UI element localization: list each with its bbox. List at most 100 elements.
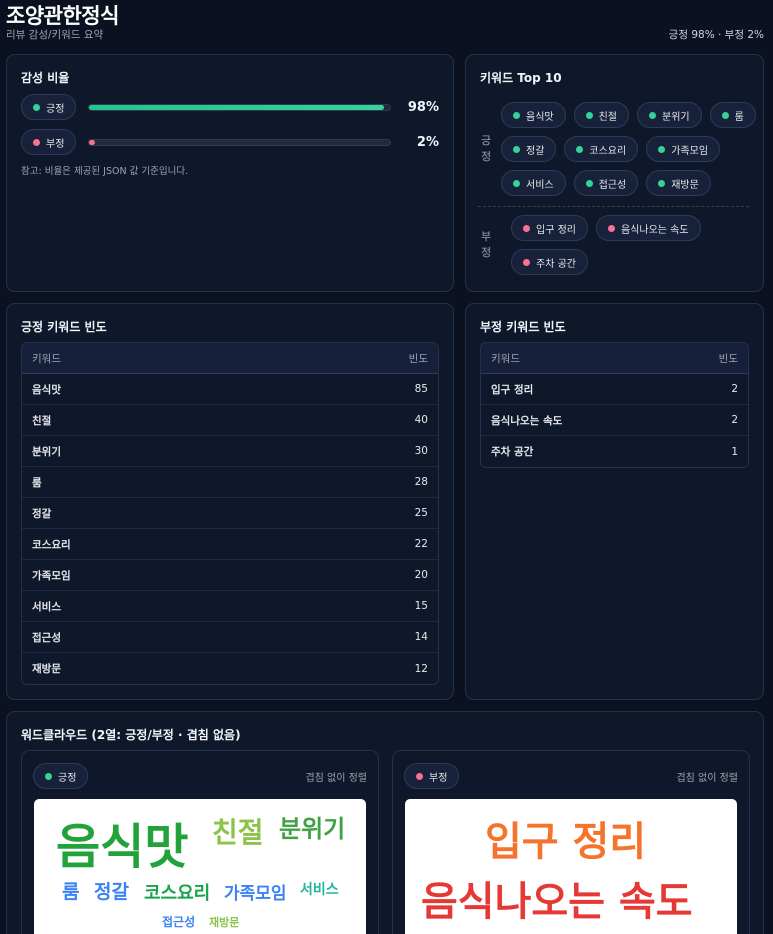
negative-badge: 부정 — [21, 129, 77, 155]
keyword-cell: 주차 공간 — [481, 436, 668, 467]
negative-bar — [88, 139, 391, 146]
table-row: 음식나오는 속도 2 — [481, 405, 748, 436]
negative-cloud-badge-label: 부정 — [429, 772, 448, 784]
count-cell: 14 — [271, 622, 438, 653]
positive-cloud-panel: 긍정 겹침 없이 정렬 음식맛 친절 분위기 룸 정갈 코스요리 가족모임 서비스 접근성 재방문 — [21, 750, 379, 934]
negative-dot-icon — [523, 224, 530, 232]
positive-dot-icon — [585, 179, 593, 187]
cloud-word: 서비스 — [300, 882, 339, 898]
keyword-pill-label: 정갈 — [526, 145, 545, 157]
negative-dot-icon — [416, 772, 423, 780]
keyword-pill: 코스요리 — [564, 136, 639, 162]
table-row: 접근성 14 — [22, 622, 438, 653]
positive-badge-label: 긍정 — [46, 103, 65, 115]
count-cell: 85 — [271, 374, 438, 405]
negative-cloud-panel: 부정 겹침 없이 정렬 입구 정리 음식나오는 속도 — [392, 750, 750, 934]
count-cell: 20 — [271, 560, 438, 591]
table-row: 분위기 30 — [22, 436, 438, 467]
positive-dot-icon — [585, 111, 593, 119]
positive-dot-icon — [513, 145, 520, 153]
keyword-cell: 정갈 — [22, 498, 271, 529]
keyword-pill: 친절 — [573, 102, 630, 128]
keyword-pill: 음식나오는 속도 — [595, 215, 701, 241]
cloud-word: 입구 정리 — [485, 819, 647, 865]
positive-dot-icon — [658, 145, 666, 153]
table-row: 서비스 15 — [22, 591, 438, 622]
keyword-pill: 접근성 — [573, 170, 639, 196]
negative-cloud-badge: 부정 — [404, 763, 460, 789]
cloud-word: 음식맛 — [56, 819, 189, 875]
positive-dot-icon — [721, 111, 729, 119]
wordcloud-title: 워드클라우드 (2열: 긍정/부정 · 겹침 없음) — [21, 728, 241, 742]
keyword-top-card: 키워드 Top 10 긍정 음식맛 친절 분위기 룸정갈 코스요리 가족모임서비스 접근성 재… — [465, 54, 764, 292]
positive-dot-icon — [45, 772, 52, 780]
keyword-pill: 재방문 — [646, 170, 711, 196]
negative-bar-fill — [89, 140, 96, 145]
positive-keyword-pills: 음식맛 친절 분위기 룸정갈 코스요리 가족모임서비스 접근성 재방문 — [501, 102, 761, 196]
keyword-pill-label: 접근성 — [598, 179, 627, 191]
keyword-pill-label: 분위기 — [662, 111, 690, 123]
col-keyword-header: 키워드 — [22, 343, 271, 374]
keyword-pill-label: 가족모임 — [671, 145, 709, 157]
positive-dot-icon — [33, 103, 40, 111]
positive-frequency-title: 긍정 키워드 빈도 — [21, 320, 107, 334]
positive-wordcloud: 음식맛 친절 분위기 룸 정갈 코스요리 가족모임 서비스 접근성 재방문 — [34, 799, 366, 934]
keyword-pill: 입구 정리 — [511, 215, 588, 241]
negative-percent: 2% — [416, 135, 439, 150]
cloud-word: 룸 — [62, 881, 80, 903]
sentiment-card-title: 감성 비율 — [21, 71, 70, 85]
keyword-pill-label: 주차 공간 — [536, 258, 576, 270]
keyword-cell: 룸 — [22, 467, 271, 498]
count-cell: 15 — [271, 591, 438, 622]
keyword-pill-label: 룸 — [734, 111, 744, 123]
table-row: 가족모임 20 — [22, 560, 438, 591]
keyword-pill: 정갈 — [501, 136, 557, 162]
table-row: 정갈 25 — [22, 498, 438, 529]
positive-cloud-note: 겹침 없이 정렬 — [305, 773, 367, 784]
cloud-word: 접근성 — [162, 915, 196, 929]
negative-dot-icon — [523, 258, 530, 266]
sentiment-summary: 긍정 98% · 부정 2% — [668, 29, 764, 41]
keyword-pill-label: 서비스 — [526, 179, 554, 191]
keyword-pill: 룸 — [709, 102, 756, 128]
negative-keyword-pills: 입구 정리 음식나오는 속도주차 공간 — [511, 215, 751, 275]
page-subtitle: 리뷰 감성/키워드 요약 — [6, 29, 104, 41]
count-cell: 2 — [667, 374, 748, 405]
sentiment-note: 참고: 비율은 제공된 JSON 값 기준입니다. — [21, 166, 189, 177]
cloud-word: 친절 — [212, 816, 264, 849]
keyword-pill-label: 입구 정리 — [536, 224, 576, 236]
keyword-cell: 서비스 — [22, 591, 271, 622]
positive-side-label-text: 긍정 — [480, 134, 492, 163]
keyword-pill: 분위기 — [637, 102, 702, 128]
negative-wordcloud: 입구 정리음식나오는 속도 — [405, 799, 737, 934]
keyword-cell: 분위기 — [22, 436, 271, 467]
count-cell: 30 — [271, 436, 438, 467]
col-keyword-header: 키워드 — [481, 343, 668, 374]
table-row: 음식맛 85 — [22, 374, 438, 405]
keyword-cell: 음식나오는 속도 — [481, 405, 668, 436]
count-cell: 22 — [271, 529, 438, 560]
col-count-header: 빈도 — [667, 343, 748, 374]
negative-dot-icon — [33, 138, 40, 146]
table-row: 입구 정리 2 — [481, 374, 748, 405]
table-row: 재방문 12 — [22, 653, 438, 684]
keyword-cell: 가족모임 — [22, 560, 271, 591]
negative-frequency-card: 부정 키워드 빈도 키워드 빈도 입구 정리 2 음식나오는 속도 2 주차 공간 1 — [465, 303, 764, 700]
col-count-header: 빈도 — [271, 343, 438, 374]
keyword-pill: 음식맛 — [501, 102, 566, 128]
count-cell: 12 — [271, 653, 438, 684]
positive-dot-icon — [649, 111, 657, 119]
cloud-word: 정갈 — [94, 881, 129, 903]
keyword-top-title: 키워드 Top 10 — [480, 71, 562, 85]
negative-side-label-text: 부정 — [480, 230, 492, 259]
positive-side-label: 긍정 — [480, 133, 492, 165]
cloud-word: 음식나오는 속도 — [421, 879, 693, 925]
wordcloud-card: 워드클라우드 (2열: 긍정/부정 · 겹침 없음) 긍정 겹침 없이 정렬 음… — [6, 711, 764, 934]
keyword-pill-label: 친절 — [598, 111, 618, 123]
positive-dot-icon — [576, 145, 584, 153]
keyword-pill-label: 코스요리 — [589, 145, 627, 157]
negative-dot-icon — [607, 224, 615, 232]
table-row: 코스요리 22 — [22, 529, 438, 560]
positive-bar — [88, 104, 391, 111]
positive-dot-icon — [658, 179, 666, 187]
